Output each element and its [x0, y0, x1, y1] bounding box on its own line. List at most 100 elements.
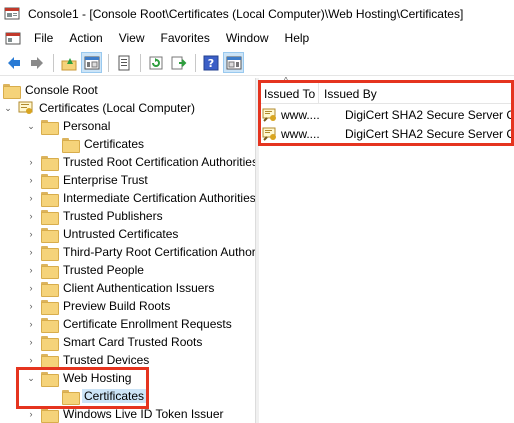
toolbar: ? [0, 50, 514, 76]
title-bar: Console1 - [Console Root\Certificates (L… [0, 0, 514, 27]
expanded-chevron-icon[interactable]: ⌄ [3, 99, 13, 117]
collapsed-chevron-icon[interactable]: › [26, 261, 36, 279]
tree-item-web-hosting-certificates[interactable]: Certificates [62, 387, 147, 405]
show-hide-tree-icon[interactable] [81, 52, 102, 73]
tree-item-label: Certificates [82, 389, 147, 403]
back-arrow-icon[interactable] [3, 52, 24, 73]
tree-item-label: Preview Build Roots [63, 299, 171, 313]
menu-window[interactable]: Window [218, 27, 277, 49]
collapsed-chevron-icon[interactable]: › [26, 351, 36, 369]
tree-item-web-hosting[interactable]: ⌄ Web Hosting [26, 369, 133, 387]
tree-item-trusted-root-certification-authorities[interactable]: › Trusted Root Certification Authorities [26, 153, 255, 171]
tree-item-label: Certificate Enrollment Requests [63, 317, 232, 331]
cell-issued-by: DigiCert SHA2 Secure Server CA [345, 127, 514, 141]
tree-item-personal-certificates[interactable]: Certificates [62, 135, 146, 153]
column-label: Issued By [324, 87, 377, 101]
list-item[interactable]: www.... DigiCert SHA2 Secure Server CA [259, 125, 514, 143]
menu-file[interactable]: File [26, 27, 61, 49]
menu-action[interactable]: Action [61, 27, 110, 49]
tree-item-label: Trusted Devices [63, 353, 150, 367]
show-hide-action-pane-icon[interactable] [223, 52, 244, 73]
certificates-snapin-icon [18, 100, 34, 116]
tree-item-label: Client Authentication Issuers [63, 281, 215, 295]
tree-item-client-authentication-issuers[interactable]: › Client Authentication Issuers [26, 279, 216, 297]
tree-item-enterprise-trust[interactable]: › Enterprise Trust [26, 171, 150, 189]
tree-item-trusted-people[interactable]: › Trusted People [26, 261, 146, 279]
toolbar-separator [53, 53, 54, 72]
collapsed-chevron-icon[interactable]: › [26, 207, 36, 225]
list-item[interactable]: www.... DigiCert SHA2 Secure Server CA [259, 106, 514, 124]
tree-item-trusted-publishers[interactable]: › Trusted Publishers [26, 207, 165, 225]
folder-icon [41, 335, 59, 351]
tree-item-label: Console Root [25, 83, 98, 97]
menu-view[interactable]: View [111, 27, 153, 49]
expanded-chevron-icon[interactable]: ⌄ [26, 117, 36, 135]
tree-item-label: Trusted People [63, 263, 144, 277]
tree-item-third-party-root-certification-authorities[interactable]: › Third-Party Root Certification Authori… [26, 243, 255, 261]
folder-icon [41, 263, 59, 279]
folder-icon [41, 119, 59, 135]
folder-icon [41, 155, 59, 171]
tree-item-label: Smart Card Trusted Roots [63, 335, 203, 349]
tree-item-trusted-devices[interactable]: › Trusted Devices [26, 351, 151, 369]
list-header: ^ Issued To Issued By [259, 77, 514, 104]
tree-item-certificate-enrollment-requests[interactable]: › Certificate Enrollment Requests [26, 315, 234, 333]
folder-icon [41, 245, 59, 261]
menu-help[interactable]: Help [277, 27, 318, 49]
toolbar-separator [140, 53, 141, 72]
tree-item-windows-live-id-token-issuer[interactable]: › Windows Live ID Token Issuer [26, 405, 226, 423]
console-menu-icon[interactable] [5, 30, 21, 46]
results-list: ^ Issued To Issued By www.... DigiCert S… [259, 77, 514, 423]
folder-icon [41, 353, 59, 369]
tree-item-label: Personal [63, 119, 111, 133]
collapsed-chevron-icon[interactable]: › [26, 225, 36, 243]
expanded-chevron-icon[interactable]: ⌄ [26, 369, 36, 387]
collapsed-chevron-icon[interactable]: › [26, 333, 36, 351]
properties-icon[interactable] [113, 52, 134, 73]
certificate-icon [262, 107, 278, 123]
folder-icon [41, 227, 59, 243]
tree-item-certificates-local-computer[interactable]: ⌄ Certificates (Local Computer) [3, 99, 197, 117]
column-label: Issued To [264, 87, 316, 101]
collapsed-chevron-icon[interactable]: › [26, 171, 36, 189]
toolbar-separator [195, 53, 196, 72]
up-folder-icon[interactable] [58, 52, 79, 73]
tree-item-untrusted-certificates[interactable]: › Untrusted Certificates [26, 225, 180, 243]
tree-item-label: Trusted Publishers [63, 209, 163, 223]
column-header-issued-by[interactable]: Issued By [319, 82, 514, 104]
collapsed-chevron-icon[interactable]: › [26, 189, 36, 207]
certificate-icon [262, 126, 278, 142]
tree-item-label: Intermediate Certification Authorities [63, 191, 256, 205]
folder-icon [41, 371, 59, 387]
collapsed-chevron-icon[interactable]: › [26, 153, 36, 171]
collapsed-chevron-icon[interactable]: › [26, 405, 36, 423]
tree-item-label: Windows Live ID Token Issuer [63, 407, 224, 421]
toolbar-separator [108, 53, 109, 72]
collapsed-chevron-icon[interactable]: › [26, 243, 36, 261]
tree-item-intermediate-certification-authorities[interactable]: › Intermediate Certification Authorities [26, 189, 256, 207]
folder-icon [41, 191, 59, 207]
folder-icon [41, 407, 59, 423]
collapsed-chevron-icon[interactable]: › [26, 279, 36, 297]
sort-ascending-icon: ^ [284, 76, 288, 85]
collapsed-chevron-icon[interactable]: › [26, 297, 36, 315]
folder-icon [41, 281, 59, 297]
tree-item-personal[interactable]: ⌄ Personal [26, 117, 112, 135]
menu-bar: File Action View Favorites Window Help [0, 27, 514, 49]
column-header-issued-to[interactable]: ^ Issued To [259, 77, 319, 104]
tree-item-label: Enterprise Trust [63, 173, 148, 187]
folder-icon [62, 137, 80, 153]
collapsed-chevron-icon[interactable]: › [26, 315, 36, 333]
menu-favorites[interactable]: Favorites [153, 27, 218, 49]
folder-icon [41, 173, 59, 189]
tree-item-label: Certificates [84, 137, 145, 151]
help-icon[interactable]: ? [200, 52, 221, 73]
tree-item-console-root[interactable]: Console Root [3, 81, 100, 99]
tree-item-smart-card-trusted-roots[interactable]: › Smart Card Trusted Roots [26, 333, 204, 351]
tree-item-preview-build-roots[interactable]: › Preview Build Roots [26, 297, 172, 315]
console-tree: Console Root ⌄ Certificates (Local Compu… [0, 78, 256, 423]
forward-arrow-icon[interactable] [26, 52, 47, 73]
export-list-icon[interactable] [168, 52, 189, 73]
window-title: Console1 - [Console Root\Certificates (L… [28, 6, 464, 21]
refresh-icon[interactable] [145, 52, 166, 73]
